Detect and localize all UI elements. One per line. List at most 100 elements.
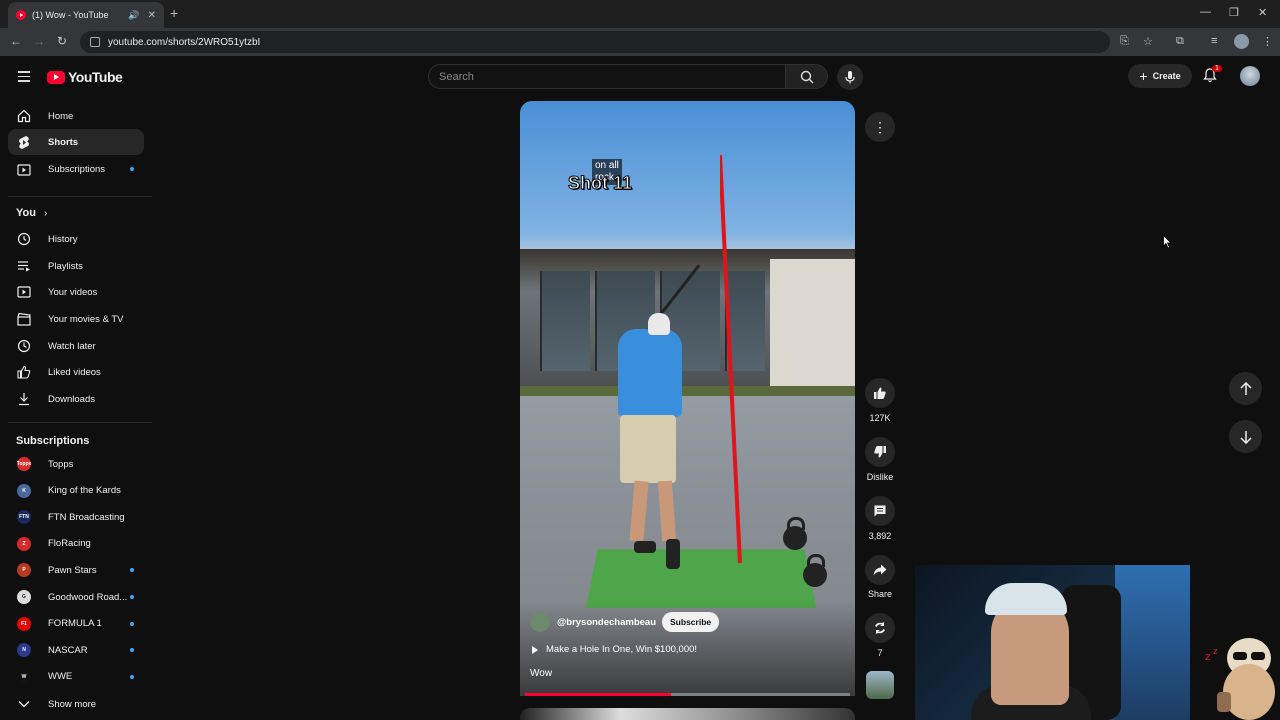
hamburger-menu-icon[interactable] [18, 71, 30, 85]
sidebar-item-label: Your videos [48, 286, 98, 298]
dislike-button[interactable] [865, 437, 895, 467]
shorts-video-player[interactable]: on all rock Shot 11 @brysondechambeau Su… [520, 101, 855, 696]
ball-tracer [720, 154, 742, 564]
show-more-button[interactable]: Show more [8, 691, 144, 717]
next-short-preview[interactable] [520, 708, 855, 720]
channel-info: @brysondechambeau Subscribe [530, 612, 720, 632]
sidebar-item-your-videos[interactable]: Your videos [8, 279, 144, 305]
new-tab-icon[interactable]: + [170, 5, 178, 21]
related-video-link[interactable]: Make a Hole In One, Win $100,000! [532, 644, 697, 655]
reload-icon[interactable]: ↻ [57, 34, 67, 48]
close-window-icon[interactable]: ✕ [1258, 6, 1267, 19]
subscription-label: NASCAR [48, 644, 88, 656]
next-short-button[interactable] [1229, 420, 1262, 453]
sidebar-item-playlists[interactable]: Playlists [8, 253, 144, 279]
sidebar-item-downloads[interactable]: Downloads [8, 386, 144, 412]
remix-count: 7 [877, 648, 883, 658]
sidebar-item-shorts[interactable]: Shorts [8, 129, 144, 155]
extensions-icon[interactable]: ⧉ [1176, 35, 1184, 48]
channel-avatar: W [17, 669, 31, 684]
maximize-icon[interactable]: ❐ [1229, 6, 1239, 19]
remix-button[interactable] [865, 613, 895, 643]
sidebar-item-subscriptions[interactable]: Subscriptions [8, 156, 144, 182]
chrome-menu-icon[interactable]: ⋮ [1262, 35, 1273, 48]
you-section-heading[interactable]: You › [16, 207, 47, 219]
share-button[interactable] [865, 555, 895, 585]
download-icon [16, 392, 32, 406]
arrow-down-icon [1239, 430, 1252, 444]
close-tab-icon[interactable]: ✕ [148, 10, 156, 21]
streamer-webcam-overlay [915, 565, 1190, 720]
forward-icon[interactable]: → [33, 34, 45, 48]
new-content-dot [130, 621, 134, 626]
arrow-up-icon [1239, 381, 1252, 395]
voice-search-button[interactable] [837, 64, 863, 90]
youtube-logo[interactable]: YouTube [47, 69, 123, 85]
progress-bar[interactable] [525, 693, 850, 696]
subscription-label: FORMULA 1 [48, 618, 102, 630]
channel-avatar: K [17, 483, 31, 498]
sidebar-item-label: Subscriptions [48, 163, 106, 175]
logo-text: YouTube [68, 69, 123, 85]
sidebar-subscription-item[interactable]: F1 FORMULA 1 [8, 611, 144, 637]
new-content-dot [130, 648, 134, 653]
search-button[interactable] [786, 64, 828, 89]
sidebar-subscription-item[interactable]: K King of the Kards [8, 478, 144, 504]
sidebar-item-your-movies[interactable]: Your movies & TV [8, 306, 144, 332]
subscription-label: Topps [48, 458, 74, 470]
sidebar-subscription-item[interactable]: FTN FTN Broadcasting [8, 504, 144, 530]
comments-button[interactable] [865, 496, 895, 526]
kettlebell [783, 517, 807, 550]
channel-avatar: N [17, 643, 31, 658]
channel-avatar[interactable] [530, 612, 550, 632]
site-info-icon[interactable] [90, 37, 100, 47]
sidebar-subscription-item[interactable]: Z FloRacing [8, 531, 144, 557]
tab-title: (1) Wow - YouTube [32, 10, 109, 20]
channel-avatar: P [17, 563, 31, 578]
address-bar[interactable]: youtube.com/shorts/2WRO51ytzbI [80, 31, 1110, 53]
sidebar-subscription-item[interactable]: P Pawn Stars [8, 557, 144, 583]
audio-source-thumbnail[interactable] [866, 671, 894, 699]
search-input[interactable]: Search [428, 64, 786, 89]
subscribe-button[interactable]: Subscribe [662, 612, 720, 632]
sidebar-subscription-item[interactable]: W WWE [8, 664, 144, 690]
install-app-icon[interactable]: ⎘ [1120, 35, 1129, 48]
comment-count: 3,892 [868, 531, 892, 541]
channel-avatar: FTN [17, 510, 31, 525]
sidebar-item-liked-videos[interactable]: Liked videos [8, 359, 144, 385]
sidebar-divider [8, 422, 152, 423]
sidebar-item-home[interactable]: Home [8, 103, 144, 129]
caption-overlay: Shot 11 [567, 173, 633, 194]
like-button[interactable] [865, 378, 895, 408]
bookmark-star-icon[interactable]: ☆ [1143, 35, 1153, 48]
back-icon[interactable]: ← [10, 34, 22, 48]
sidebar-subscription-item[interactable]: G Goodwood Road... [8, 584, 144, 610]
media-controls-icon[interactable]: ≡ [1211, 35, 1217, 47]
browser-tab[interactable]: (1) Wow - YouTube 🔊 ✕ [8, 2, 164, 28]
channel-avatar: Z [17, 536, 31, 551]
minimize-icon[interactable]: — [1200, 6, 1211, 18]
create-label: Create [1152, 71, 1181, 81]
previous-short-button[interactable] [1229, 372, 1262, 405]
account-avatar[interactable] [1240, 66, 1260, 86]
show-more-label: Show more [48, 698, 97, 710]
subscription-label: Goodwood Road... [48, 591, 128, 603]
browser-profile-avatar[interactable] [1234, 34, 1249, 49]
notifications-button[interactable]: 1 [1203, 65, 1222, 88]
channel-name[interactable]: @brysondechambeau [557, 617, 656, 628]
sidebar-item-watch-later[interactable]: Watch later [8, 333, 144, 359]
playlists-icon [16, 259, 32, 273]
thumbs-down-icon [874, 446, 886, 458]
thumbs-up-icon [16, 365, 32, 379]
sidebar-subscription-item[interactable]: N NASCAR [8, 637, 144, 663]
speaker-icon[interactable]: 🔊 [128, 10, 139, 21]
you-heading-label: You [16, 207, 36, 219]
sidebar-item-history[interactable]: History [8, 226, 144, 252]
create-button[interactable]: + Create [1128, 64, 1192, 88]
video-title: Wow [530, 668, 553, 679]
search-placeholder: Search [439, 70, 474, 83]
dislike-label: Dislike [866, 472, 894, 482]
more-options-button[interactable]: ⋮ [865, 112, 895, 142]
sidebar-item-label: History [48, 233, 78, 245]
sidebar-subscription-item[interactable]: Topps Topps [8, 451, 144, 477]
